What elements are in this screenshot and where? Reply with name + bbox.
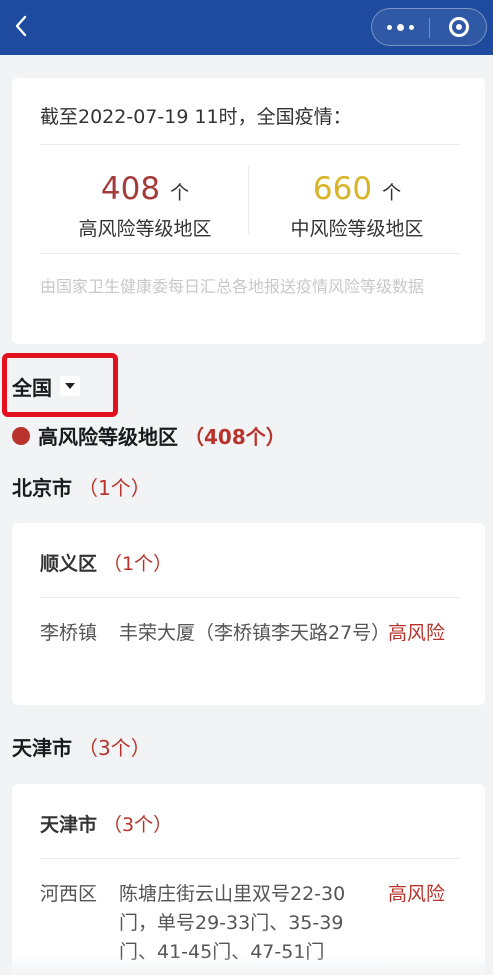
summary-title: 截至2022-07-19 11时，全国疫情：	[40, 106, 352, 128]
more-button[interactable]	[372, 9, 429, 45]
district-name: 天津市	[40, 814, 98, 836]
back-button[interactable]	[9, 12, 33, 40]
divider	[40, 597, 460, 598]
city-count: （3个）	[78, 736, 151, 760]
mid-risk-count: 660	[312, 171, 373, 207]
town-name: 李桥镇	[40, 622, 98, 644]
district-count: （3个）	[103, 814, 173, 836]
mid-risk-stat: 660 个 中风险等级地区	[252, 170, 462, 241]
divider	[40, 144, 460, 145]
more-dots-icon	[387, 24, 392, 30]
city-name: 北京市	[12, 476, 72, 500]
high-risk-label: 高风险等级地区	[78, 218, 212, 240]
mid-risk-label: 中风险等级地区	[290, 218, 424, 240]
high-risk-unit: 个	[170, 182, 190, 204]
district-count: （1个）	[103, 553, 173, 575]
data-source-note: 由国家卫生健康委每日汇总各地报送疫情风险等级数据	[40, 277, 425, 296]
section-count: （408个）	[184, 425, 286, 449]
highlight-annotation-box	[2, 353, 118, 417]
stat-divider	[248, 166, 249, 234]
high-risk-count: 408	[100, 171, 161, 207]
town-name: 河西区	[40, 883, 98, 905]
more-dots-icon-center	[397, 23, 404, 31]
high-risk-stat: 408 个 高风险等级地区	[40, 170, 250, 241]
divider	[40, 253, 460, 254]
district-card-tianjin: 天津市 （3个） 河西区 陈塘庄街云山里双号22-30门，单号29-33门、35-…	[12, 784, 485, 975]
district-title: 顺义区 （1个）	[40, 549, 172, 576]
mini-program-capsule	[371, 8, 487, 46]
more-dots-icon-right	[409, 24, 414, 30]
district-card-shunyi: 顺义区 （1个） 李桥镇 丰荣大厦（李桥镇李天路27号） 高风险	[12, 523, 485, 705]
address: 陈塘庄街云山里双号22-30门，单号29-33门、35-39门、41-45门、4…	[119, 883, 346, 963]
bottom-fade	[0, 955, 493, 975]
target-close-icon-center	[455, 24, 462, 30]
city-name: 天津市	[12, 736, 72, 760]
top-navigation-bar	[0, 0, 493, 55]
city-count: （1个）	[78, 476, 151, 500]
city-title-beijing: 北京市 （1个）	[12, 472, 151, 501]
address: 丰荣大厦（李桥镇李天路27号）	[119, 622, 391, 644]
chevron-left-icon	[15, 15, 27, 37]
mid-risk-unit: 个	[382, 182, 402, 204]
district-name: 顺义区	[40, 553, 98, 575]
high-risk-section-heading: 高风险等级地区 （408个）	[12, 421, 286, 450]
divider	[40, 858, 460, 859]
section-title: 高风险等级地区	[38, 425, 178, 449]
summary-card: 截至2022-07-19 11时，全国疫情： 408 个 高风险等级地区 660 个…	[12, 78, 485, 344]
red-dot-icon	[12, 426, 30, 445]
city-title-tianjin: 天津市 （3个）	[12, 732, 151, 761]
district-title: 天津市 （3个）	[40, 810, 172, 837]
risk-level: 高风险	[388, 622, 446, 644]
close-button[interactable]	[430, 9, 487, 45]
risk-level: 高风险	[388, 883, 446, 905]
target-close-icon	[448, 17, 469, 37]
